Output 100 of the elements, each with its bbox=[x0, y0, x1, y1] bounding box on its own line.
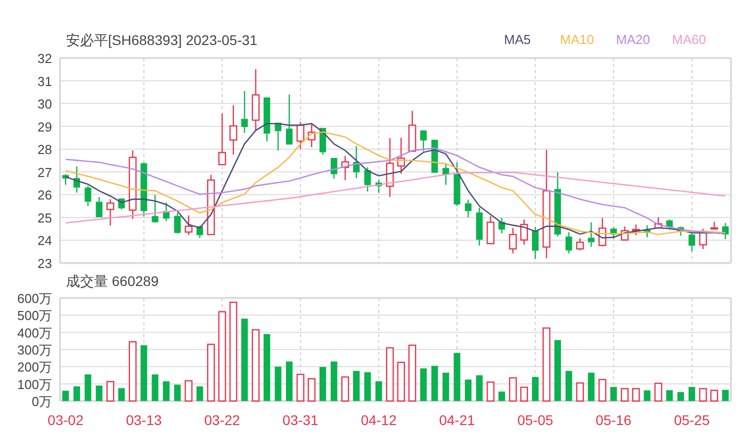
candlestick bbox=[598, 218, 606, 246]
volume-bar bbox=[397, 362, 405, 402]
axis-label: 500万 bbox=[17, 308, 52, 324]
candlestick bbox=[554, 172, 561, 236]
candlestick bbox=[162, 202, 170, 222]
candlestick bbox=[532, 227, 539, 259]
candlestick bbox=[486, 216, 494, 244]
axis-label: 03-31 bbox=[282, 412, 318, 428]
volume-bar bbox=[286, 362, 293, 401]
axis-label: 26 bbox=[38, 188, 52, 203]
legend-label: MA20 bbox=[616, 31, 651, 49]
candlestick bbox=[353, 146, 360, 178]
candlestick bbox=[476, 208, 483, 246]
volume-bar bbox=[408, 344, 416, 402]
candlestick bbox=[386, 138, 394, 197]
volume-bar bbox=[588, 372, 594, 401]
volume-bar bbox=[162, 381, 170, 401]
candlestick bbox=[610, 227, 617, 239]
axis-label: 23 bbox=[38, 256, 52, 270]
volume-bar bbox=[442, 372, 450, 401]
axis-label: 25 bbox=[38, 210, 52, 226]
legend-label: MA60 bbox=[672, 31, 707, 49]
volume-bar bbox=[84, 374, 92, 401]
candlestick bbox=[364, 167, 371, 192]
volume-bar bbox=[207, 344, 215, 402]
volume-bar bbox=[274, 366, 282, 401]
volume-bar bbox=[520, 386, 528, 402]
axis-label: 32 bbox=[38, 51, 52, 66]
volume-bar bbox=[341, 376, 350, 402]
axis-label: 600万 bbox=[17, 292, 52, 306]
volume-bar bbox=[296, 374, 304, 402]
axis-label: 200万 bbox=[17, 360, 52, 375]
chart-title: 成交量 660289 bbox=[66, 272, 159, 290]
volume-bar bbox=[498, 392, 506, 401]
chart-title: 安必平[SH688393] 2023-05-31 bbox=[66, 31, 258, 49]
candlestick bbox=[666, 219, 673, 230]
volume-bar bbox=[722, 390, 729, 401]
axis-label: 29 bbox=[38, 119, 52, 134]
volume-bar bbox=[532, 376, 539, 401]
candlestick bbox=[498, 218, 506, 234]
candlestick bbox=[252, 69, 260, 130]
candlestick bbox=[632, 224, 640, 236]
candlestick bbox=[710, 222, 718, 230]
candlestick bbox=[207, 174, 215, 236]
candlestick bbox=[152, 194, 158, 223]
candlestick bbox=[330, 157, 338, 178]
candlestick bbox=[128, 150, 137, 219]
volume-bar bbox=[128, 341, 137, 402]
candlestick bbox=[264, 96, 270, 142]
volume-bar bbox=[454, 352, 460, 401]
volume-bar bbox=[184, 380, 192, 402]
volume-bar bbox=[62, 390, 69, 401]
volume-bar bbox=[308, 378, 316, 402]
candlestick bbox=[73, 166, 80, 193]
candlestick bbox=[620, 226, 629, 241]
volume-bar bbox=[196, 386, 204, 401]
candlestick bbox=[196, 226, 204, 238]
candlestick bbox=[420, 130, 427, 152]
candlestick bbox=[229, 105, 238, 155]
volume-bar bbox=[152, 374, 158, 401]
candlestick bbox=[375, 180, 382, 193]
volume-bar bbox=[118, 388, 125, 401]
candlestick bbox=[218, 114, 226, 166]
candlestick bbox=[84, 186, 92, 206]
axis-label: 04-21 bbox=[439, 412, 475, 428]
axis-label: 400万 bbox=[17, 325, 52, 340]
volume-bar bbox=[96, 386, 102, 401]
axis-label: 05-25 bbox=[674, 412, 710, 428]
volume-bar bbox=[486, 382, 494, 402]
volume-bar bbox=[566, 370, 572, 401]
axis-label: 31 bbox=[38, 74, 52, 89]
volume-bar bbox=[598, 378, 606, 402]
candlestick bbox=[174, 212, 181, 234]
candlestick bbox=[699, 228, 707, 250]
candlestick bbox=[286, 94, 293, 146]
axis-label: 05-16 bbox=[596, 412, 632, 428]
volume-bar bbox=[644, 390, 650, 401]
volume-bar bbox=[476, 375, 483, 401]
volume-bar bbox=[364, 372, 371, 401]
candlestick bbox=[677, 226, 684, 236]
volume-bar bbox=[677, 392, 684, 401]
axis-label: 30 bbox=[38, 96, 52, 112]
volume-bar bbox=[431, 366, 438, 401]
candlestick bbox=[96, 196, 102, 218]
volume-bar bbox=[610, 386, 617, 401]
volume-bar bbox=[666, 390, 673, 401]
volume-bar bbox=[264, 334, 270, 401]
candlestick bbox=[442, 163, 450, 185]
candlestick bbox=[654, 217, 662, 229]
volume-bar bbox=[386, 347, 394, 402]
candlestick bbox=[688, 234, 696, 252]
candlestick bbox=[308, 124, 316, 148]
candlestick bbox=[274, 122, 282, 150]
axis-label: 100万 bbox=[17, 376, 52, 392]
axis-label: 03-13 bbox=[126, 412, 162, 428]
candlestick bbox=[722, 222, 729, 240]
axis-label: 24 bbox=[38, 233, 52, 248]
axis-label: 28 bbox=[38, 142, 52, 158]
volume-bar bbox=[654, 382, 662, 402]
volume-bar bbox=[320, 367, 326, 401]
